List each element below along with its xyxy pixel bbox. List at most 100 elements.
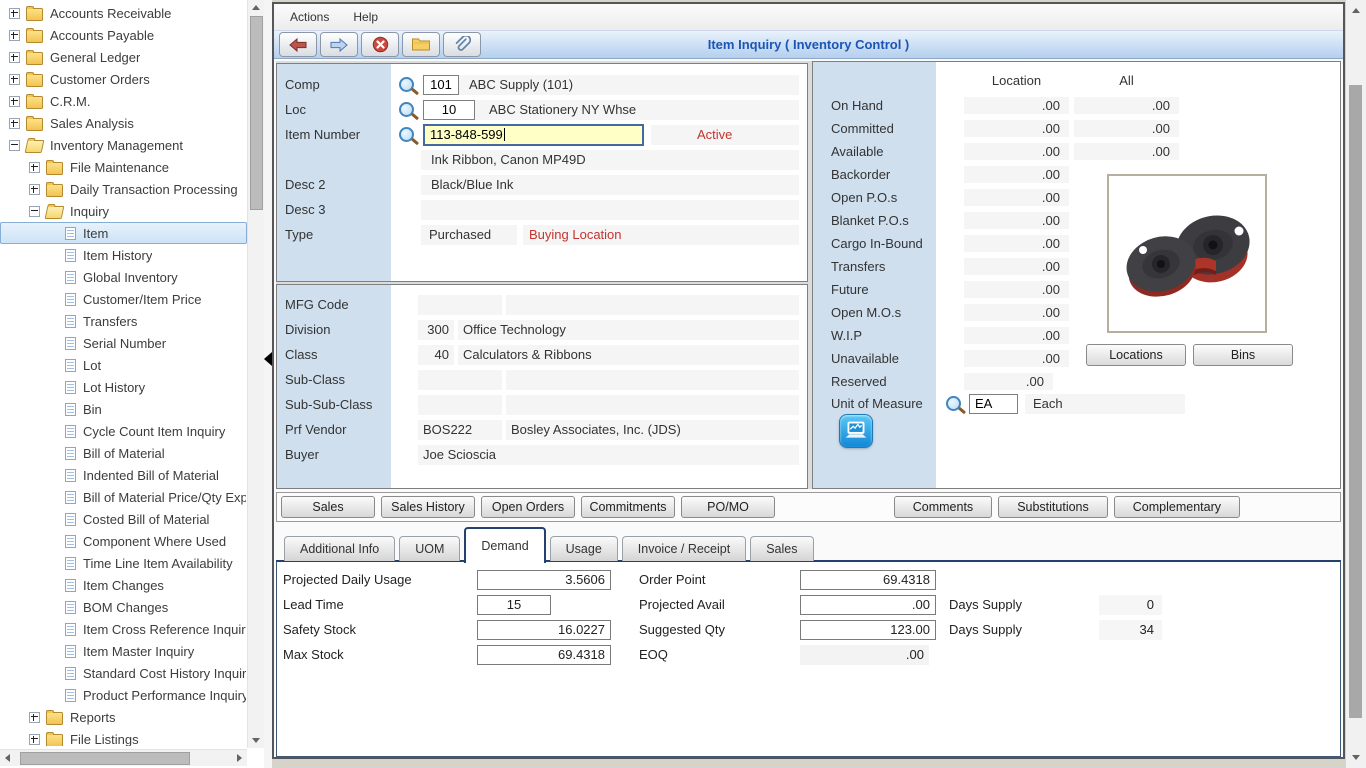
demand-order-point-value[interactable]: 69.4318	[800, 570, 936, 590]
collapse-icon[interactable]	[29, 206, 40, 217]
tree-item-inquiry[interactable]: Inquiry	[0, 200, 247, 222]
tree-item-reports[interactable]: Reports	[0, 706, 247, 728]
commitments-button[interactable]: Commitments	[581, 496, 675, 518]
tree-item-item[interactable]: Item	[0, 222, 247, 244]
tab-usage[interactable]: Usage	[550, 536, 618, 561]
menu-help[interactable]: Help	[341, 4, 390, 30]
comp-code-input[interactable]: 101	[423, 75, 459, 95]
tree-item-item-history[interactable]: Item History	[0, 244, 247, 266]
tree-item-inventory-management[interactable]: Inventory Management	[0, 134, 247, 156]
demand-lead-time-value[interactable]: 15	[477, 595, 551, 615]
document-icon	[65, 403, 76, 416]
tree-item-bin[interactable]: Bin	[0, 398, 247, 420]
expand-icon[interactable]	[9, 96, 20, 107]
search-icon[interactable]	[399, 102, 414, 117]
tree-item-accounts-receivable[interactable]: Accounts Receivable	[0, 2, 247, 24]
item-chart-icon[interactable]	[839, 414, 873, 448]
comments-button[interactable]: Comments	[894, 496, 992, 518]
sidebar-splitter[interactable]	[264, 0, 272, 768]
tree-item-costed-bill-of-material[interactable]: Costed Bill of Material	[0, 508, 247, 530]
tree-item-item-cross-reference-inquiry[interactable]: Item Cross Reference Inquiry	[0, 618, 247, 640]
tab-sales[interactable]: Sales	[750, 536, 813, 561]
tab-demand[interactable]: Demand	[464, 527, 545, 563]
scroll-left-icon[interactable]	[5, 754, 10, 762]
open-orders-button[interactable]: Open Orders	[481, 496, 575, 518]
tree-item-product-performance-inquiry[interactable]: Product Performance Inquiry	[0, 684, 247, 706]
tree-item-bill-of-material-price-qty-explos[interactable]: Bill of Material Price/Qty Explos	[0, 486, 247, 508]
tree-item-item-changes[interactable]: Item Changes	[0, 574, 247, 596]
sidebar-horizontal-scrollbar[interactable]	[0, 749, 247, 766]
tree-item-file-maintenance[interactable]: File Maintenance	[0, 156, 247, 178]
locations-button[interactable]: Locations	[1086, 344, 1186, 366]
tree-item-standard-cost-history-inquiry[interactable]: Standard Cost History Inquiry	[0, 662, 247, 684]
scroll-up-icon[interactable]	[1352, 8, 1360, 13]
po-mo-button[interactable]: PO/MO	[681, 496, 775, 518]
forward-button[interactable]	[320, 32, 358, 57]
tree-item-indented-bill-of-material[interactable]: Indented Bill of Material	[0, 464, 247, 486]
open-folder-button[interactable]	[402, 32, 440, 57]
tree-item-accounts-payable[interactable]: Accounts Payable	[0, 24, 247, 46]
search-icon[interactable]	[946, 396, 961, 411]
sidebar-vertical-scrollbar[interactable]	[247, 0, 264, 748]
loc-code-input[interactable]: 10	[423, 100, 475, 120]
expand-icon[interactable]	[29, 712, 40, 723]
uom-code-input[interactable]: EA	[969, 394, 1018, 414]
tree-item-serial-number[interactable]: Serial Number	[0, 332, 247, 354]
window-vertical-scrollbar[interactable]	[1346, 0, 1366, 768]
collapse-sidebar-icon[interactable]	[264, 352, 272, 366]
tree-item-daily-transaction-processing[interactable]: Daily Transaction Processing	[0, 178, 247, 200]
expand-icon[interactable]	[9, 30, 20, 41]
tree-item-lot-history[interactable]: Lot History	[0, 376, 247, 398]
sidebar-hscroll-thumb[interactable]	[20, 752, 190, 765]
tree-item-c-r-m[interactable]: C.R.M.	[0, 90, 247, 112]
demand-max-stock-value[interactable]: 69.4318	[477, 645, 611, 665]
cancel-button[interactable]	[361, 32, 399, 57]
menu-actions[interactable]: Actions	[278, 4, 341, 30]
tree-item-transfers[interactable]: Transfers	[0, 310, 247, 332]
item-number-input[interactable]: 113-848-599	[423, 124, 644, 146]
scroll-up-icon[interactable]	[252, 5, 260, 10]
tree-item-item-master-inquiry[interactable]: Item Master Inquiry	[0, 640, 247, 662]
tree-item-sales-analysis[interactable]: Sales Analysis	[0, 112, 247, 134]
demand-projected-daily-usage-value[interactable]: 3.5606	[477, 570, 611, 590]
expand-icon[interactable]	[9, 8, 20, 19]
tree-item-customer-item-price[interactable]: Customer/Item Price	[0, 288, 247, 310]
bins-button[interactable]: Bins	[1193, 344, 1293, 366]
complementary-button[interactable]: Complementary	[1114, 496, 1240, 518]
back-button[interactable]	[279, 32, 317, 57]
sales-button[interactable]: Sales	[281, 496, 375, 518]
tree-item-component-where-used[interactable]: Component Where Used	[0, 530, 247, 552]
demand-suggested-qty-value[interactable]: 123.00	[800, 620, 936, 640]
attachment-button[interactable]	[443, 32, 481, 57]
search-icon[interactable]	[399, 127, 414, 142]
demand-projected-avail-value[interactable]: .00	[800, 595, 936, 615]
tab-invoice-receipt[interactable]: Invoice / Receipt	[622, 536, 746, 561]
tree-item-bom-changes[interactable]: BOM Changes	[0, 596, 247, 618]
expand-icon[interactable]	[9, 52, 20, 63]
tree-item-time-line-item-availability[interactable]: Time Line Item Availability	[0, 552, 247, 574]
collapse-icon[interactable]	[9, 140, 20, 151]
substitutions-button[interactable]: Substitutions	[998, 496, 1108, 518]
demand-safety-stock-value[interactable]: 16.0227	[477, 620, 611, 640]
search-icon[interactable]	[399, 77, 414, 92]
scroll-right-icon[interactable]	[237, 754, 242, 762]
tree-item-file-listings[interactable]: File Listings	[0, 728, 247, 746]
expand-icon[interactable]	[9, 74, 20, 85]
sidebar-vscroll-thumb[interactable]	[250, 16, 263, 210]
sales-history-button[interactable]: Sales History	[381, 496, 475, 518]
tab-uom[interactable]: UOM	[399, 536, 460, 561]
scroll-down-icon[interactable]	[252, 738, 260, 743]
tree-item-general-ledger[interactable]: General Ledger	[0, 46, 247, 68]
expand-icon[interactable]	[29, 734, 40, 745]
tree-item-customer-orders[interactable]: Customer Orders	[0, 68, 247, 90]
tree-item-bill-of-material[interactable]: Bill of Material	[0, 442, 247, 464]
tree-item-cycle-count-item-inquiry[interactable]: Cycle Count Item Inquiry	[0, 420, 247, 442]
expand-icon[interactable]	[9, 118, 20, 129]
tree-item-lot[interactable]: Lot	[0, 354, 247, 376]
tree-item-global-inventory[interactable]: Global Inventory	[0, 266, 247, 288]
scroll-down-icon[interactable]	[1352, 755, 1360, 760]
window-vscroll-thumb[interactable]	[1349, 85, 1362, 718]
tab-additional-info[interactable]: Additional Info	[284, 536, 395, 561]
expand-icon[interactable]	[29, 162, 40, 173]
expand-icon[interactable]	[29, 184, 40, 195]
